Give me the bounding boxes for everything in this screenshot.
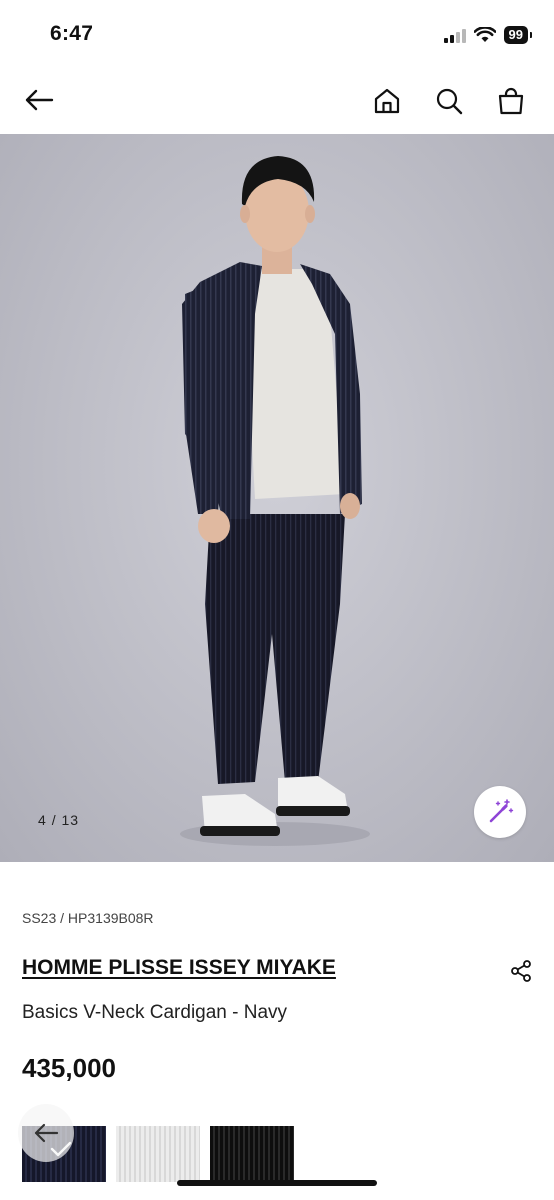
image-counter-total: 13 xyxy=(61,812,80,828)
magic-wand-button[interactable] xyxy=(474,786,526,838)
share-button[interactable] xyxy=(506,956,536,986)
brand-link[interactable]: HOMME PLISSE ISSEY MIYAKE xyxy=(22,956,336,980)
image-counter-current: 4 xyxy=(38,812,47,828)
image-counter: 4 / 13 xyxy=(38,812,79,828)
product-image-gallery[interactable]: 4 / 13 xyxy=(0,134,554,862)
shopping-bag-icon xyxy=(498,87,524,115)
cart-button[interactable] xyxy=(490,82,532,120)
home-icon xyxy=(374,88,400,114)
product-name: Basics V-Neck Cardigan - Navy xyxy=(22,1002,288,1023)
back-button[interactable] xyxy=(20,84,58,116)
status-bar: 6:47 99 xyxy=(0,0,554,66)
status-icons: 99 xyxy=(443,26,533,44)
magic-wand-icon xyxy=(489,799,514,823)
home-indicator[interactable] xyxy=(177,1180,377,1186)
swatch-white[interactable] xyxy=(116,1126,200,1182)
share-icon xyxy=(511,960,531,982)
arrow-left-icon xyxy=(25,89,54,111)
product-price: 435,000 xyxy=(22,1053,116,1083)
search-icon xyxy=(436,88,463,115)
image-counter-separator: / xyxy=(51,812,57,828)
home-button[interactable] xyxy=(366,82,408,120)
product-code: SS23 / HP3139B08R xyxy=(22,910,154,926)
cellular-signal-icon xyxy=(443,27,466,43)
arrow-left-icon xyxy=(34,1123,59,1143)
nav-bar xyxy=(0,66,554,134)
search-button[interactable] xyxy=(428,82,470,120)
model-photo xyxy=(180,156,370,846)
wifi-icon xyxy=(473,27,496,42)
battery-indicator: 99 xyxy=(503,26,533,44)
swatch-black[interactable] xyxy=(210,1126,294,1182)
floating-back-button[interactable] xyxy=(18,1104,74,1162)
status-time: 6:47 xyxy=(50,22,94,45)
